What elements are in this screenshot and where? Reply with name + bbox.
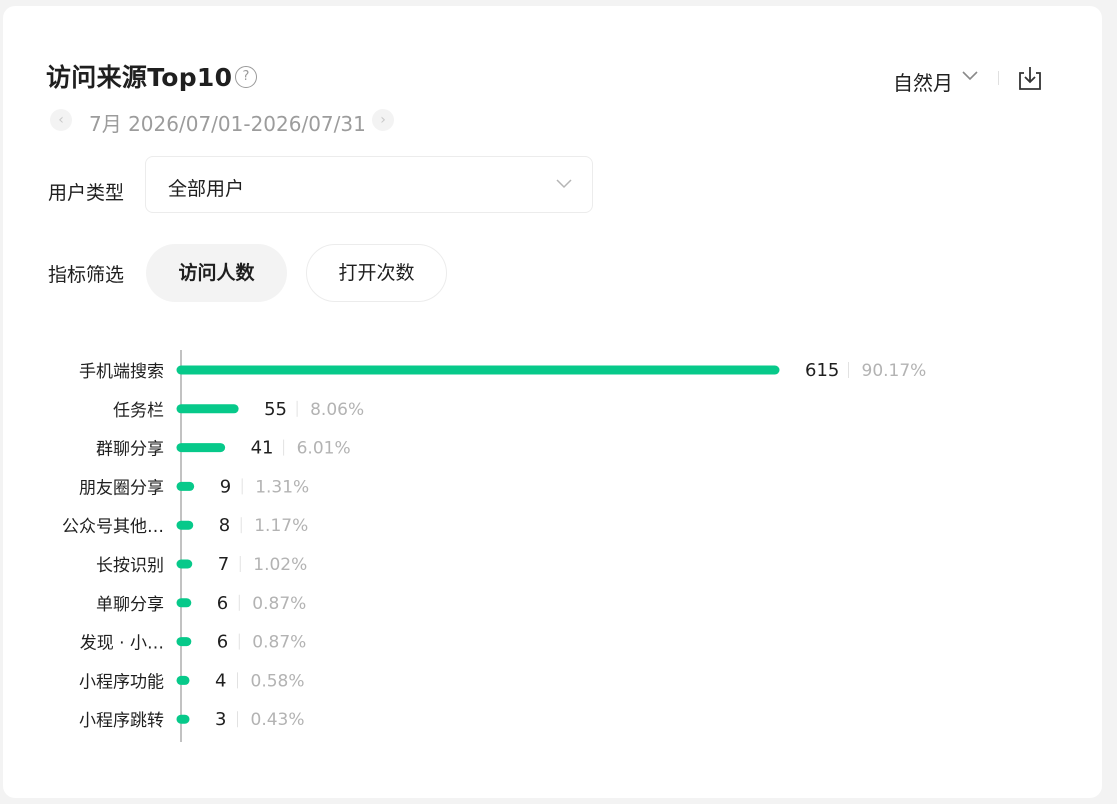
percent-label: 90.17%: [862, 361, 927, 381]
value-label: 9: [220, 476, 231, 497]
category-label: 任务栏: [113, 401, 164, 421]
category-label: 小程序功能: [79, 672, 164, 692]
percent-label: 8.06%: [310, 400, 364, 420]
value-label: 55: [264, 399, 287, 420]
percent-label: 0.87%: [252, 633, 306, 653]
percent-label: 0.87%: [252, 594, 306, 614]
category-label: 长按识别: [96, 556, 164, 576]
value-label: 41: [251, 438, 274, 459]
category-label: 发现 · 小…: [80, 634, 164, 654]
percent-label: 0.58%: [251, 671, 305, 691]
percent-label: 1.17%: [254, 516, 308, 536]
category-label: 手机端搜索: [79, 362, 164, 382]
value-label: 3: [215, 709, 226, 730]
value-label: 615: [805, 360, 839, 381]
category-label: 朋友圈分享: [79, 478, 164, 498]
category-label: 小程序跳转: [79, 711, 164, 731]
percent-label: 0.43%: [251, 710, 305, 730]
value-label: 4: [215, 670, 226, 691]
category-label: 单聊分享: [96, 595, 164, 615]
percent-label: 1.31%: [255, 477, 309, 497]
value-label: 8: [219, 515, 230, 536]
category-label: 公众号其他…: [62, 517, 164, 537]
source-bar-chart: 手机端搜索 615 90.17% 任务栏 55 8.06% 群聊分享 41 6.01% 朋友圈分享…: [62, 350, 927, 742]
category-label: 群聊分享: [96, 440, 164, 460]
value-label: 6: [217, 593, 228, 614]
percent-label: 1.02%: [253, 555, 307, 575]
value-label: 6: [217, 632, 228, 653]
value-label: 7: [218, 554, 229, 575]
percent-label: 6.01%: [297, 439, 351, 459]
